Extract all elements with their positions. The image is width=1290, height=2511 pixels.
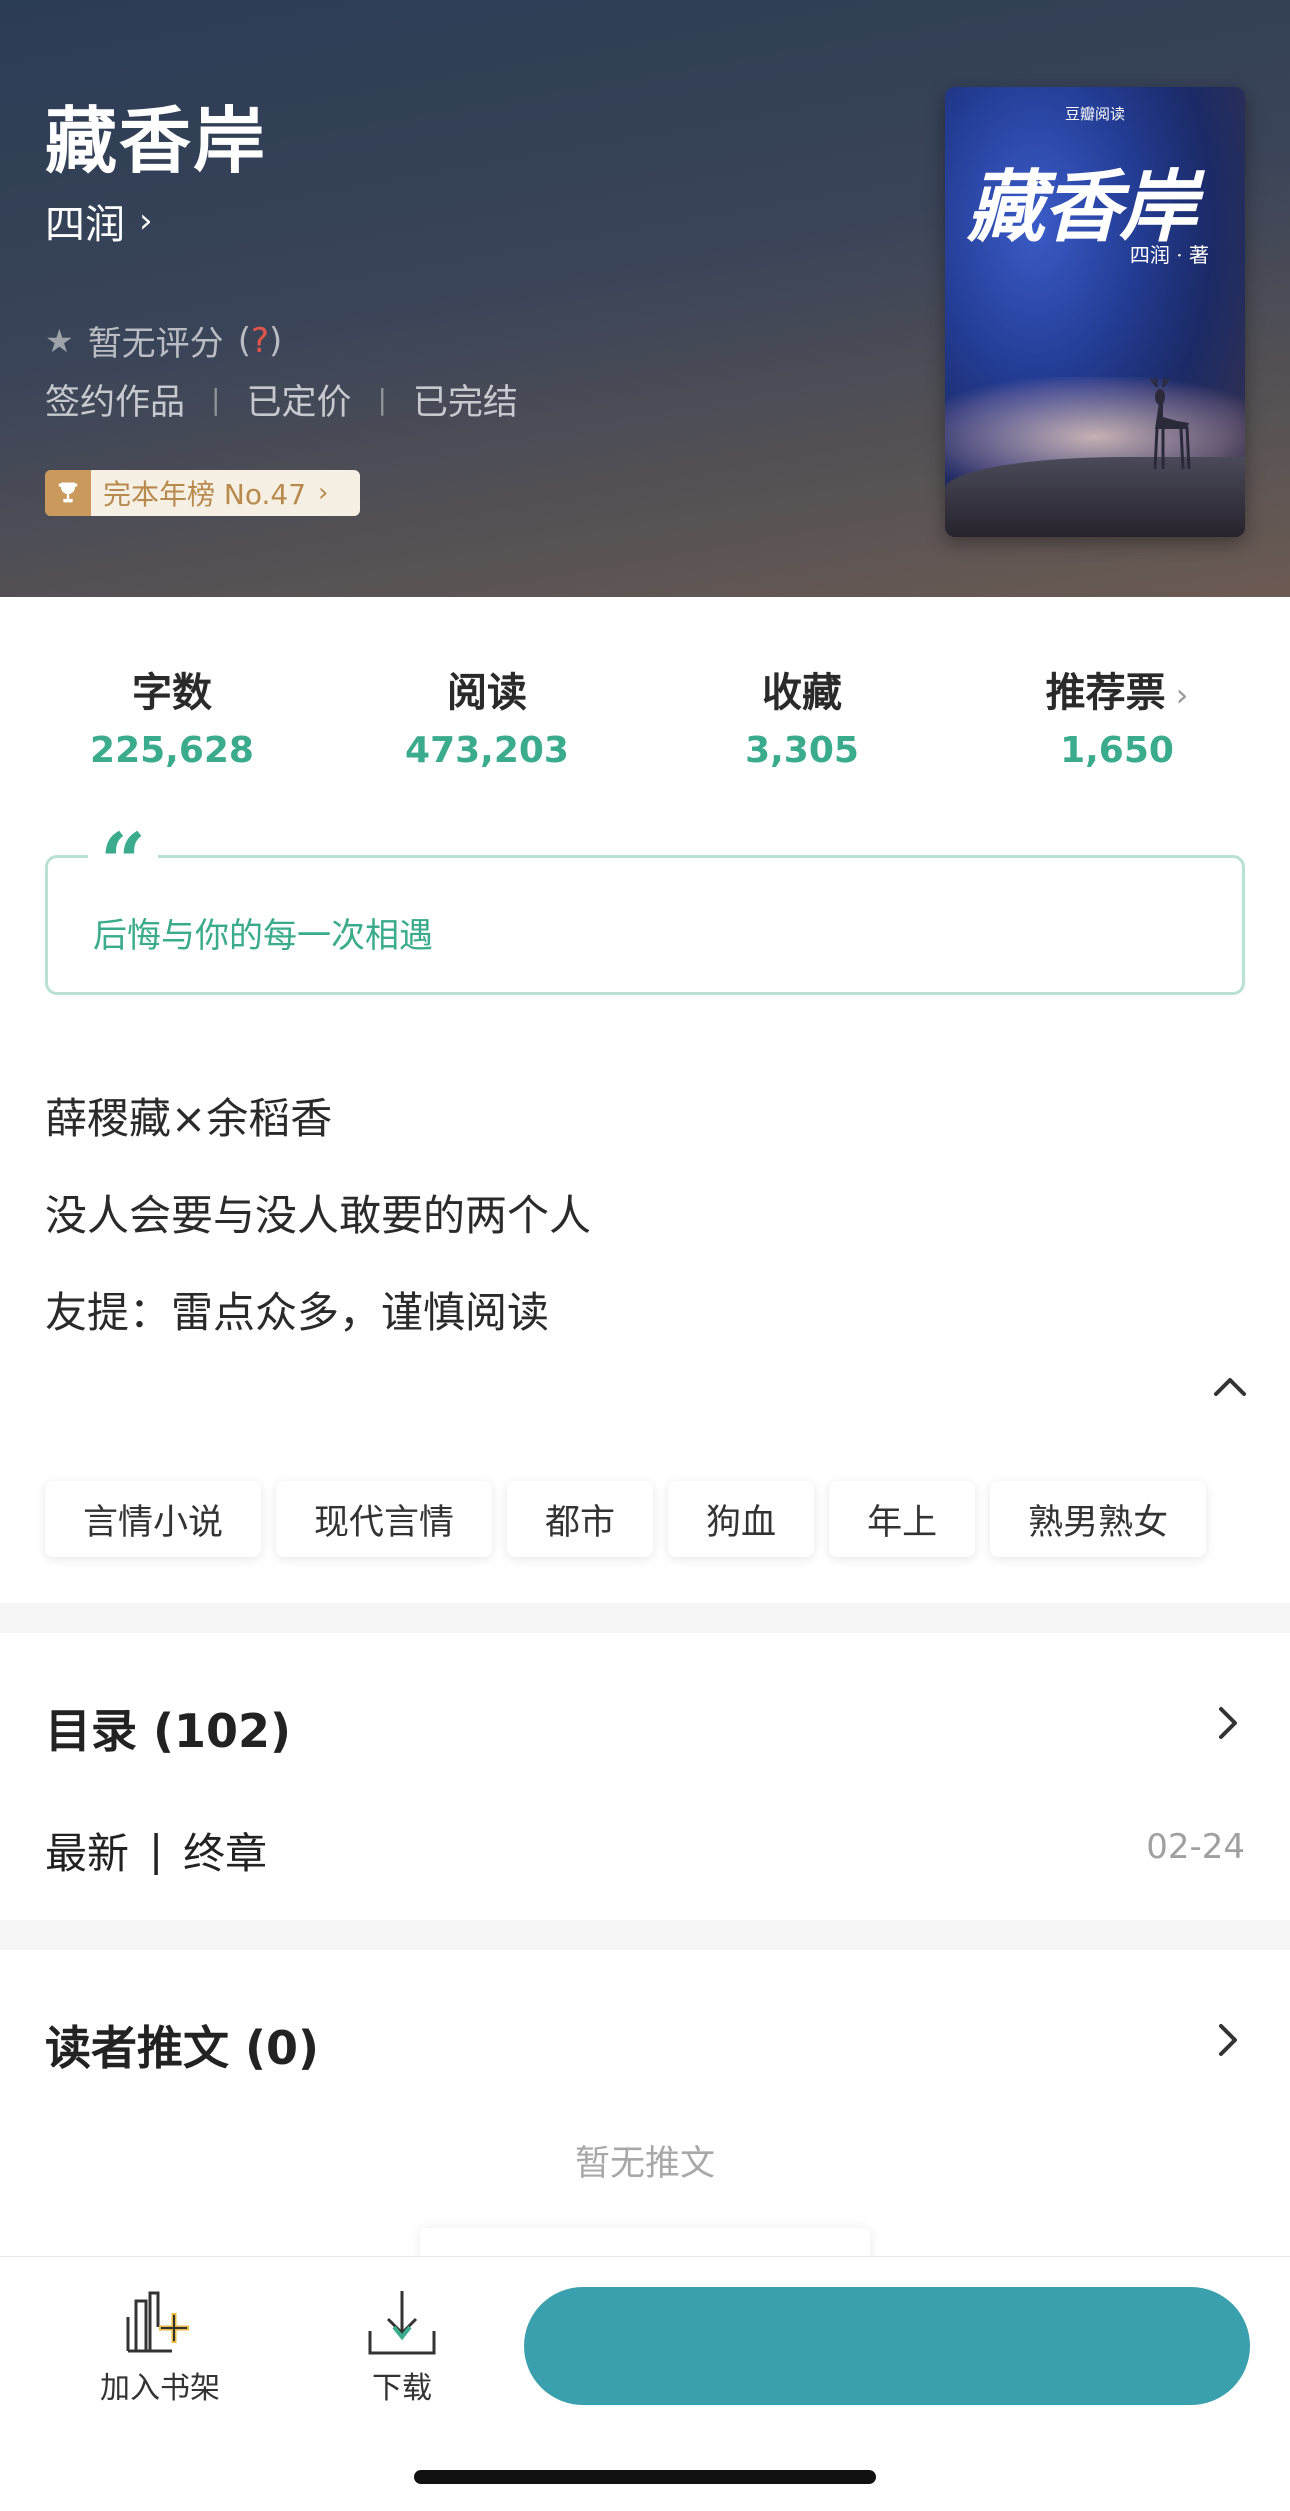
add-to-shelf-button[interactable]: 加入书架 xyxy=(80,2287,240,2407)
tagline-box: “ 后悔与你的每一次相遇 xyxy=(45,822,1245,995)
reviews-empty-text: 暂无推文 xyxy=(574,2144,715,2184)
stats-row: 字数 225,628 阅读 473,203 收藏 3,305 推荐票 › 1,65… xyxy=(0,660,1290,771)
status-tag: 已定价 xyxy=(246,383,352,423)
deer-illustration xyxy=(1150,377,1191,470)
home-indicator xyxy=(414,2470,876,2484)
genre-tag[interactable]: 都市 xyxy=(507,1481,654,1557)
rank-badge[interactable]: 完本年榜 No.47 › xyxy=(45,470,360,516)
stat-value: 3,305 xyxy=(745,730,859,771)
cover-publisher: 豆瓣阅读 xyxy=(1064,105,1125,123)
stat-label: 推荐票 xyxy=(1045,670,1166,716)
star-icon: ★ xyxy=(45,321,74,360)
stat-label: 阅读 xyxy=(447,670,527,716)
author-link[interactable]: 四润 › xyxy=(45,192,153,250)
rank-label: 完本年榜 No.47 xyxy=(103,478,307,511)
stat-label: 字数 xyxy=(132,670,212,716)
stat-word-count: 字数 225,628 xyxy=(47,660,297,771)
genre-tag[interactable]: 言情小说 xyxy=(45,1481,262,1557)
latest-label: 最新 xyxy=(45,1829,130,1878)
chevron-right-icon: › xyxy=(318,478,329,508)
latest-chapter-date: 02-24 xyxy=(1146,1827,1245,1867)
author-name: 四润 xyxy=(45,202,125,248)
divider: | xyxy=(149,1826,164,1875)
toc-title: 目录 (102) xyxy=(45,1704,292,1758)
download-label: 下载 xyxy=(372,2371,432,2406)
status-tag: 已完结 xyxy=(412,383,518,423)
genre-tag[interactable]: 熟男熟女 xyxy=(990,1481,1207,1557)
book-header: 藏香岸 四润 › ★ 暂无评分 (?) 签约作品 | 已定价 | 已完结 完本年… xyxy=(0,0,1290,597)
divider: | xyxy=(211,383,221,416)
help-icon: ? xyxy=(250,320,269,361)
stat-favorites: 收藏 3,305 xyxy=(677,660,927,771)
rating-row: ★ 暂无评分 (?) xyxy=(45,316,282,365)
chevron-right-icon xyxy=(1219,1707,1237,1739)
genre-tags: 言情小说 现代言情 都市 狗血 年上 熟男熟女 xyxy=(45,1481,1207,1557)
genre-tag[interactable]: 狗血 xyxy=(668,1481,815,1557)
cover-hill xyxy=(945,457,1245,537)
rating-help[interactable]: (?) xyxy=(238,321,283,361)
stat-label: 收藏 xyxy=(762,670,842,716)
tagline-text: 后悔与你的每一次相遇 xyxy=(93,916,433,956)
section-divider xyxy=(0,1920,1290,1950)
divider: | xyxy=(377,383,387,416)
chevron-right-icon: › xyxy=(1175,676,1189,714)
read-button[interactable] xyxy=(524,2287,1250,2405)
intro-line: 友提：雷点众多，谨慎阅读 xyxy=(45,1288,550,1337)
chevron-up-icon[interactable] xyxy=(1210,1366,1250,1406)
download-icon xyxy=(368,2291,436,2355)
book-intro: 薛稷藏×余稻香 没人会要与没人敢要的两个人 友提：雷点众多，谨慎阅读 xyxy=(45,1070,591,1361)
status-tag: 签约作品 xyxy=(45,383,186,423)
genre-tag[interactable]: 年上 xyxy=(829,1481,976,1557)
stat-value: 473,203 xyxy=(405,730,569,771)
book-cover[interactable]: 豆瓣阅读 藏香岸 四润 · 著 xyxy=(945,87,1245,537)
genre-tag[interactable]: 现代言情 xyxy=(276,1481,493,1557)
intro-line: 薛稷藏×余稻香 xyxy=(45,1094,333,1143)
stat-value: 1,650 xyxy=(1060,730,1174,771)
latest-chapter[interactable]: 最新 | 终章 xyxy=(45,1820,267,1881)
chevron-right-icon xyxy=(1219,2024,1237,2056)
download-button[interactable]: 下载 xyxy=(322,2287,482,2407)
reviews-title: 读者推文 (0) xyxy=(45,2021,320,2075)
cover-author: 四润 · 著 xyxy=(1129,243,1209,267)
add-to-shelf-label: 加入书架 xyxy=(100,2371,220,2406)
chevron-right-icon: › xyxy=(139,201,153,241)
stat-value: 225,628 xyxy=(90,730,254,771)
book-title: 藏香岸 xyxy=(45,99,268,183)
stat-label-row: 推荐票 › xyxy=(992,660,1242,718)
stat-recommend-votes[interactable]: 推荐票 › 1,650 xyxy=(992,660,1242,771)
latest-chapter-title: 终章 xyxy=(183,1829,268,1878)
intro-line: 没人会要与没人敢要的两个人 xyxy=(45,1191,592,1240)
add-to-shelf-icon xyxy=(126,2291,189,2353)
section-divider xyxy=(0,1603,1290,1633)
rating-text: 暂无评分 xyxy=(87,324,224,364)
trophy-icon xyxy=(45,470,91,516)
quote-icon: “ xyxy=(88,822,159,902)
status-tags: 签约作品 | 已定价 | 已完结 xyxy=(45,374,518,425)
stat-reads: 阅读 473,203 xyxy=(362,660,612,771)
